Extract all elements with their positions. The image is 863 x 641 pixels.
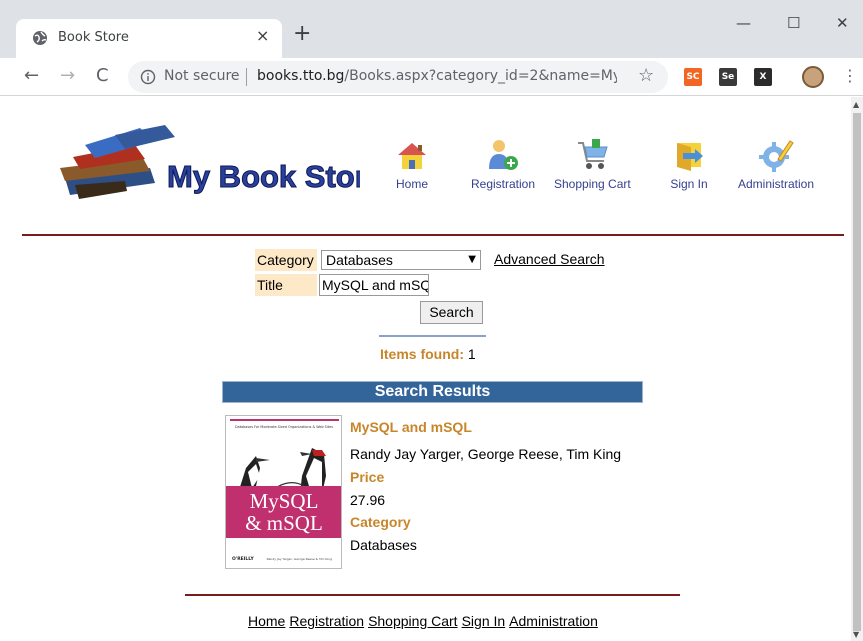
url-text[interactable]: books.tto.bg/Books.aspx?category_id=2&na…: [257, 68, 617, 84]
sign-in-icon: [677, 143, 703, 171]
items-found-label: Items found:: [380, 346, 464, 362]
site-logo[interactable]: My Book Store: [55, 123, 360, 203]
browser-tab[interactable]: Book Store ×: [16, 19, 282, 58]
tab-close-button[interactable]: ×: [256, 26, 269, 45]
browser-menu-icon[interactable]: ⋮: [842, 66, 858, 85]
address-bar[interactable]: Not secure books.tto.bg/Books.aspx?categ…: [128, 61, 668, 93]
cover-authors: Randy Jay Yarger, George Reese & Tim Kin…: [267, 557, 333, 561]
registration-icon: [489, 140, 519, 170]
books-stack-icon: [60, 125, 175, 199]
minimize-button[interactable]: —: [736, 14, 751, 32]
administration-icon: [759, 140, 794, 172]
items-found-count: 1: [467, 346, 476, 362]
scroll-down-icon[interactable]: ▼: [853, 630, 859, 639]
items-found: Items found: 1: [380, 346, 476, 362]
nav-home[interactable]: Home: [392, 135, 432, 191]
page-scrollbar[interactable]: ▲ ▼: [851, 97, 863, 641]
url-host: books.tto.bg: [257, 68, 345, 84]
footer-link-registration[interactable]: Registration: [289, 613, 364, 629]
book-category-label: Category: [350, 514, 411, 530]
nav-registration-label: Registration: [471, 177, 536, 191]
scroll-thumb[interactable]: [853, 113, 861, 631]
reload-button[interactable]: C: [96, 65, 109, 86]
book-category-value: Databases: [350, 537, 417, 553]
cover-title-line2: & mSQL: [245, 511, 323, 535]
cover-title-line1: MySQL: [250, 489, 319, 513]
footer-link-administration[interactable]: Administration: [509, 613, 598, 629]
price-label: Price: [350, 469, 385, 485]
results-divider: [379, 335, 486, 337]
category-label: Category: [255, 249, 317, 271]
search-results-header: Search Results: [222, 381, 643, 403]
info-icon[interactable]: [140, 69, 156, 85]
chevron-down-icon: ▼: [468, 254, 476, 265]
footer-nav: Home Registration Shopping Cart Sign In Admi…: [248, 613, 602, 629]
nav-administration-label: Administration: [738, 177, 815, 191]
nav-sign-in-label: Sign In: [670, 177, 708, 191]
title-label: Title: [255, 274, 317, 296]
shopping-cart-icon: [578, 139, 609, 169]
nav-shopping-cart[interactable]: Shopping Cart: [554, 135, 631, 191]
home-icon: [398, 143, 426, 169]
new-tab-button[interactable]: +: [293, 23, 311, 45]
globe-icon: [33, 31, 47, 45]
advanced-search-link[interactable]: Advanced Search: [494, 251, 605, 267]
footer-divider: [185, 594, 680, 596]
maximize-button[interactable]: ☐: [787, 14, 800, 32]
browser-tab-bar: Book Store × + — ☐ ✕: [0, 0, 863, 58]
address-separator: [246, 68, 247, 86]
close-window-button[interactable]: ✕: [836, 14, 849, 32]
scroll-up-icon[interactable]: ▲: [853, 100, 859, 109]
cover-tagline: Databases For Moderate-Sized Organizatio…: [235, 425, 333, 429]
profile-avatar[interactable]: [802, 66, 824, 88]
nav-shopping-cart-label: Shopping Cart: [554, 177, 631, 191]
forward-button[interactable]: →: [60, 65, 75, 86]
title-input[interactable]: MySQL and mSQL: [319, 274, 429, 296]
extension-x-icon[interactable]: X: [754, 68, 772, 86]
footer-link-sign-in[interactable]: Sign In: [462, 613, 506, 629]
url-path: /Books.aspx?category_id=2&name=My...: [344, 68, 617, 84]
not-secure-label: Not secure: [164, 68, 240, 84]
book-cover[interactable]: Databases For Moderate-Sized Organizatio…: [225, 415, 342, 569]
nav-registration[interactable]: Registration: [471, 135, 535, 191]
header-divider: [22, 234, 844, 236]
category-select-value: Databases: [326, 252, 393, 268]
footer-link-home[interactable]: Home: [248, 613, 285, 629]
extension-sc-icon[interactable]: SC: [684, 68, 702, 86]
bookmark-star-icon[interactable]: ☆: [638, 65, 654, 86]
nav-home-label: Home: [395, 177, 428, 191]
price-value: 27.96: [350, 492, 386, 508]
book-title-link[interactable]: MySQL and mSQL: [350, 419, 472, 435]
tab-title: Book Store: [58, 30, 129, 45]
back-button[interactable]: ←: [24, 65, 39, 86]
book-authors: Randy Jay Yarger, George Reese, Tim King: [350, 446, 622, 462]
cover-publisher: O'REILLY: [232, 556, 254, 562]
nav-sign-in[interactable]: Sign In: [669, 135, 709, 191]
footer-link-shopping-cart[interactable]: Shopping Cart: [368, 613, 458, 629]
category-select[interactable]: Databases ▼: [321, 250, 481, 270]
nav-administration[interactable]: Administration: [738, 135, 814, 191]
page-viewport: My Book Store Home Registration Shoppi: [0, 97, 851, 641]
search-button[interactable]: Search: [420, 301, 483, 324]
extension-se-icon[interactable]: Se: [719, 68, 737, 86]
browser-toolbar: ← → C Not secure books.tto.bg/Books.aspx…: [0, 58, 863, 96]
logo-text: My Book Store: [167, 159, 360, 194]
